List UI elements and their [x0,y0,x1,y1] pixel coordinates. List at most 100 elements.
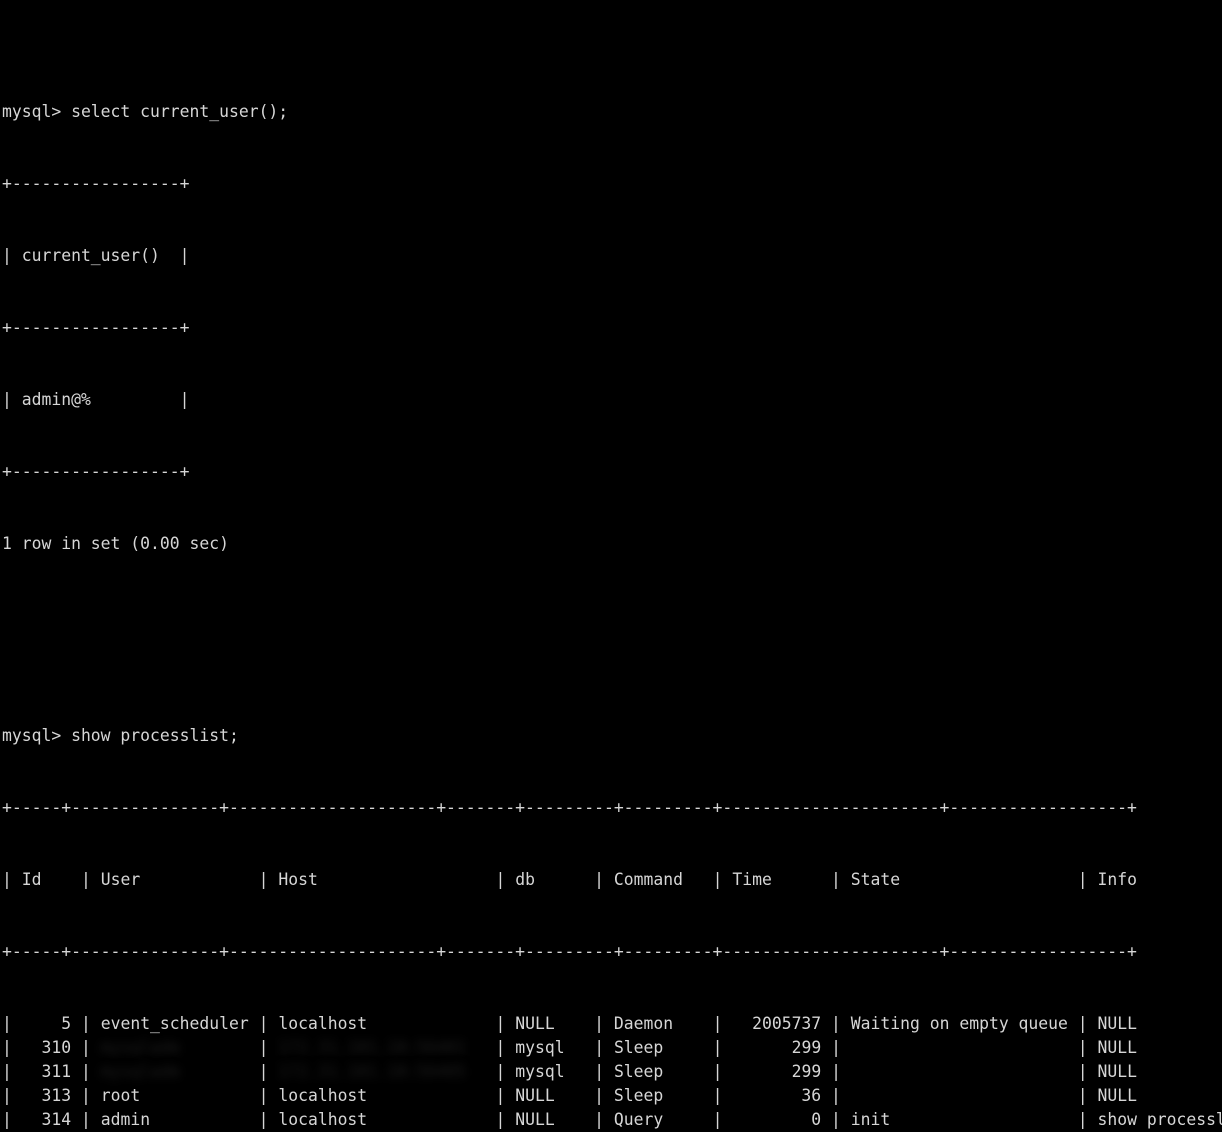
cell-divider: | [712,1038,733,1057]
column-header-user: User [100,870,259,889]
cell-divider: | [712,1062,733,1081]
cell-time: 2005737 [732,1014,832,1033]
cell-divider: | [2,1038,22,1057]
cell-user: root [100,1086,259,1105]
table-border-bottom-current-user: +-----------------+ [2,462,190,481]
column-header-time: Time [732,870,832,889]
cell-command: Sleep [613,1038,713,1057]
cell-user: mysqladm [101,1062,259,1081]
cell-divider: | [594,1110,614,1129]
cell-divider: | [258,1110,279,1129]
table-border-mid-current-user: +-----------------+ [2,318,190,337]
cell-divider: | [1077,1038,1098,1057]
cell-state [851,1038,1078,1057]
cell-divider: | [1077,1086,1098,1105]
cell-divider: | [831,1086,851,1105]
cell-db: NULL [515,1014,595,1033]
cell-host: localhost [278,1086,496,1105]
cell-command: Query [613,1110,713,1129]
cell-divider: | [495,1038,516,1057]
cell-info: NULL [1097,1062,1138,1081]
table-row: | 313 | root | localhost | NULL | Sleep … [2,1084,1222,1108]
cell-state: Waiting on empty queue [850,1014,1078,1033]
cell-db: NULL [515,1086,595,1105]
cell-db: mysql [515,1038,595,1057]
processlist-body: | 5 | event_scheduler | localhost | NULL… [2,1012,1222,1132]
processlist-border-top: +-----+---------------+-----------------… [2,798,1137,817]
cell-id: 313 [21,1086,81,1105]
cell-divider: | [495,1110,516,1129]
cell-state: init [850,1110,1078,1129]
cell-info: NULL [1097,1014,1137,1033]
cell-divider: | [1077,1110,1098,1129]
column-header-command: Command [613,870,713,889]
cell-divider: | [258,1038,279,1057]
processlist-border-mid: +-----+---------------+-----------------… [2,942,1137,961]
command-line-processlist: mysql> show processlist; [2,726,239,745]
redacted-value: mysqladm [101,1036,249,1060]
column-header-state: State [850,870,1078,889]
cell-time: 0 [732,1110,832,1129]
cell-divider: | [594,870,614,889]
cell-divider: | [712,1086,733,1105]
cell-host: 172.31.101.18:56401 [278,1038,495,1057]
command-line-current-user: mysql> select current_user(); [2,102,289,121]
cell-divider: | [258,870,279,889]
column-header-host: Host [278,870,496,889]
status-line-current-user: 1 row in set (0.00 sec) [2,534,229,553]
cell-id: 5 [21,1014,81,1033]
table-row: | 311 | mysqladm | 172.31.101.18:56405 |… [2,1060,1222,1084]
cell-state [851,1086,1078,1105]
cell-info: show processlist [1097,1110,1222,1129]
cell-info: NULL [1097,1086,1137,1105]
table-row-current-user: | admin@% | [2,390,190,409]
table-row: | 310 | mysqladm | 172.31.101.18:56401 |… [2,1036,1222,1060]
cell-db: NULL [515,1110,595,1129]
terminal-screen[interactable]: mysql> select current_user(); +---------… [0,0,1222,1129]
cell-divider: | [80,1086,101,1105]
cell-divider: | [2,870,22,889]
cell-divider: | [2,1110,22,1129]
cell-divider: | [80,1038,101,1057]
cell-time: 36 [732,1086,832,1105]
cell-divider: | [2,1014,22,1033]
cell-divider: | [594,1062,614,1081]
table-row: | 314 | admin | localhost | NULL | Query… [2,1108,1222,1132]
table-border-top-current-user: +-----------------+ [2,174,190,193]
cell-user: admin [100,1110,259,1129]
redacted-value: mysqladm [101,1060,249,1084]
column-header-id: Id [21,870,81,889]
cell-id: 310 [21,1038,81,1057]
cell-time: 299 [732,1062,832,1081]
column-header-db: db [515,870,595,889]
cell-divider: | [712,1110,733,1129]
cell-divider: | [594,1014,614,1033]
cell-user: mysqladm [101,1038,259,1057]
cell-divider: | [712,1014,733,1033]
redacted-value: 172.31.101.18:56401 [278,1036,485,1060]
table-row: | 5 | event_scheduler | localhost | NULL… [2,1012,1222,1036]
cell-divider: | [495,1014,516,1033]
cell-divider: | [1077,870,1098,889]
cell-divider: | [258,1086,279,1105]
column-header-info: Info [1097,870,1137,889]
cell-state [851,1062,1078,1081]
cell-divider: | [594,1086,614,1105]
cell-time: 299 [732,1038,832,1057]
cell-info: NULL [1097,1038,1138,1057]
cell-divider: | [831,1062,851,1081]
cell-host: localhost [278,1110,496,1129]
cell-divider: | [80,870,101,889]
cell-divider: | [258,1062,279,1081]
cell-divider: | [831,870,851,889]
cell-command: Sleep [613,1086,713,1105]
cell-id: 311 [21,1062,81,1081]
table-header-current-user: | current_user() | [2,246,190,265]
cell-divider: | [712,870,733,889]
cell-command: Sleep [613,1062,713,1081]
cell-divider: | [495,870,516,889]
cell-divider: | [80,1014,101,1033]
cell-divider: | [831,1038,851,1057]
cell-divider: | [258,1014,279,1033]
